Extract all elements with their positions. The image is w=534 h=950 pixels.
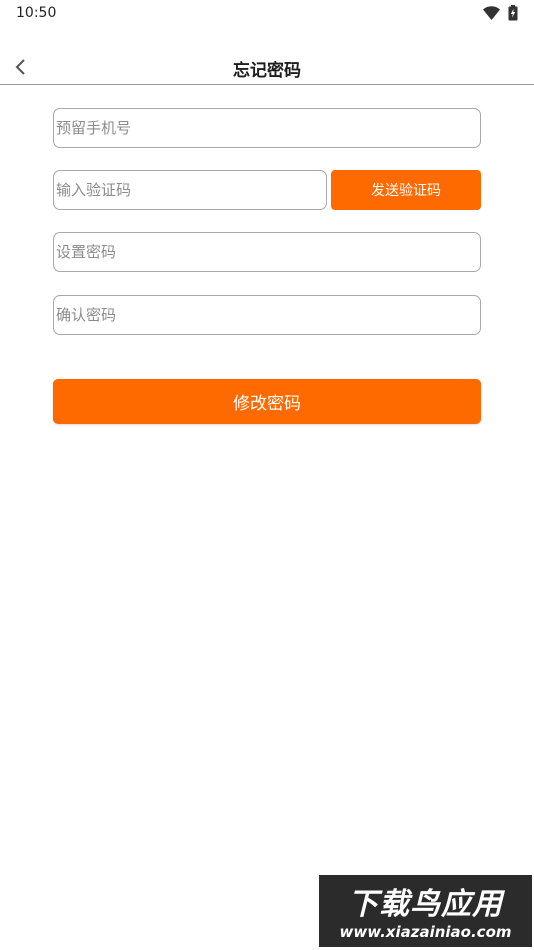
phone-input[interactable] [53, 108, 481, 148]
status-time: 10:50 [16, 5, 57, 21]
change-password-button[interactable]: 修改密码 [53, 379, 481, 424]
verification-code-input[interactable] [53, 170, 327, 210]
battery-icon [508, 5, 518, 21]
status-bar: 10:50 [0, 0, 534, 28]
new-password-input[interactable] [53, 232, 481, 272]
watermark-logo: 下载鸟应用 www.xiazainiao.com [319, 875, 532, 947]
watermark-url: www.xiazainiao.com [339, 923, 512, 941]
wifi-icon [483, 6, 500, 20]
title-bar: 忘记密码 [0, 48, 534, 85]
page-title: 忘记密码 [233, 61, 301, 81]
send-code-button[interactable]: 发送验证码 [331, 170, 481, 210]
watermark-title: 下载鸟应用 [348, 887, 503, 922]
confirm-password-input[interactable] [53, 295, 481, 335]
